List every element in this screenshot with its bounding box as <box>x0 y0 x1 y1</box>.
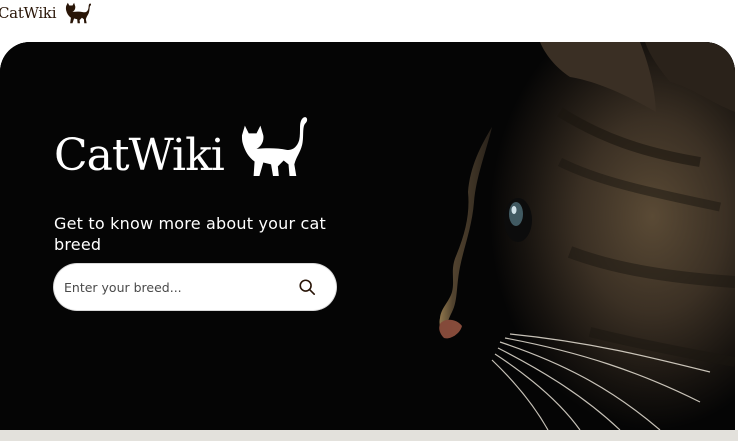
content-section-edge <box>0 430 738 441</box>
search-button[interactable] <box>290 270 324 304</box>
hero-section: CatWiki Get to know more about your cat … <box>0 42 735 430</box>
search-icon <box>299 279 316 296</box>
cat-silhouette-icon <box>241 117 307 177</box>
header-logo-text: CatWiki <box>0 4 57 22</box>
cat-silhouette-icon <box>66 2 92 24</box>
header-logo[interactable]: CatWiki <box>0 0 94 26</box>
hero-tagline: Get to know more about your cat breed <box>54 214 327 254</box>
hero-logo-text: CatWiki <box>54 130 225 181</box>
breed-search-input[interactable] <box>62 271 290 303</box>
breed-search-bar <box>54 264 336 310</box>
hero-logo: CatWiki <box>54 114 312 178</box>
